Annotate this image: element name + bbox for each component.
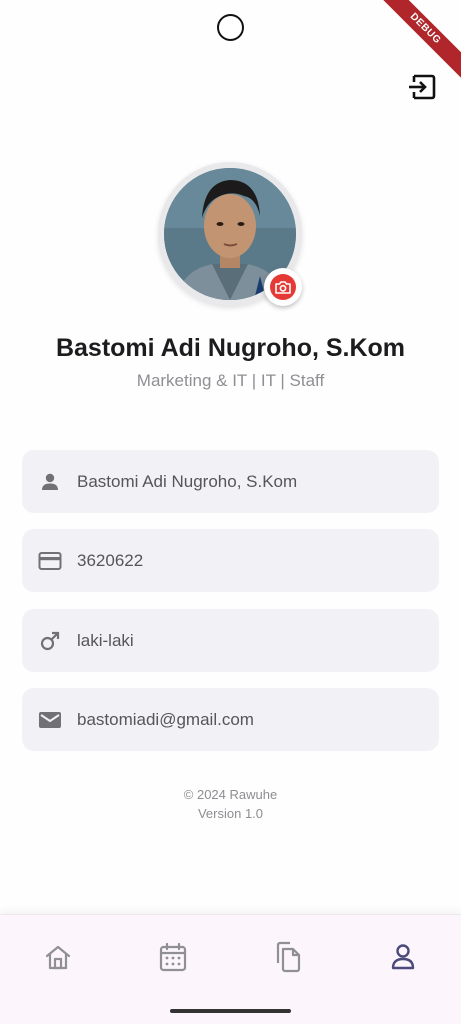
field-value: 3620622 — [77, 550, 144, 570]
calendar-icon — [159, 942, 187, 972]
profile-role: Marketing & IT | IT | Staff — [136, 371, 325, 390]
field-value: bastomiadi@gmail.com — [77, 709, 254, 729]
logout-button[interactable] — [406, 72, 438, 102]
credit-card-icon — [38, 549, 62, 573]
field-email: bastomiadi@gmail.com — [22, 688, 439, 751]
mail-icon — [38, 708, 62, 732]
male-icon — [38, 629, 62, 653]
field-employee-id: 3620622 — [22, 529, 439, 592]
profile-screen: DEBUG Bastomi Adi Nugroho, S.Kom Marketi… — [0, 0, 461, 1024]
camera-icon — [275, 281, 291, 294]
footer-version: Version 1.0 — [197, 806, 264, 821]
logout-icon — [409, 74, 436, 100]
nav-home[interactable] — [38, 939, 78, 975]
change-photo-badge — [270, 274, 296, 300]
home-icon — [45, 945, 71, 970]
field-value: Bastomi Adi Nugroho, S.Kom — [77, 471, 298, 491]
profile-name: Bastomi Adi Nugroho, S.Kom — [55, 334, 406, 362]
nav-calendar[interactable] — [153, 939, 193, 975]
field-value: laki-laki — [77, 630, 134, 650]
change-photo-button[interactable] — [264, 268, 302, 306]
profile-icon — [391, 944, 415, 970]
nav-documents[interactable] — [268, 939, 308, 975]
nav-profile[interactable] — [383, 939, 423, 975]
field-full-name: Bastomi Adi Nugroho, S.Kom — [22, 450, 439, 513]
documents-icon — [276, 941, 301, 973]
footer-copyright: © 2024 Rawuhe — [183, 787, 278, 802]
bottom-navigation — [0, 914, 461, 1024]
home-indicator — [170, 1009, 291, 1013]
field-gender: laki-laki — [22, 609, 439, 672]
front-camera-notch — [217, 14, 244, 41]
person-icon — [38, 470, 62, 494]
